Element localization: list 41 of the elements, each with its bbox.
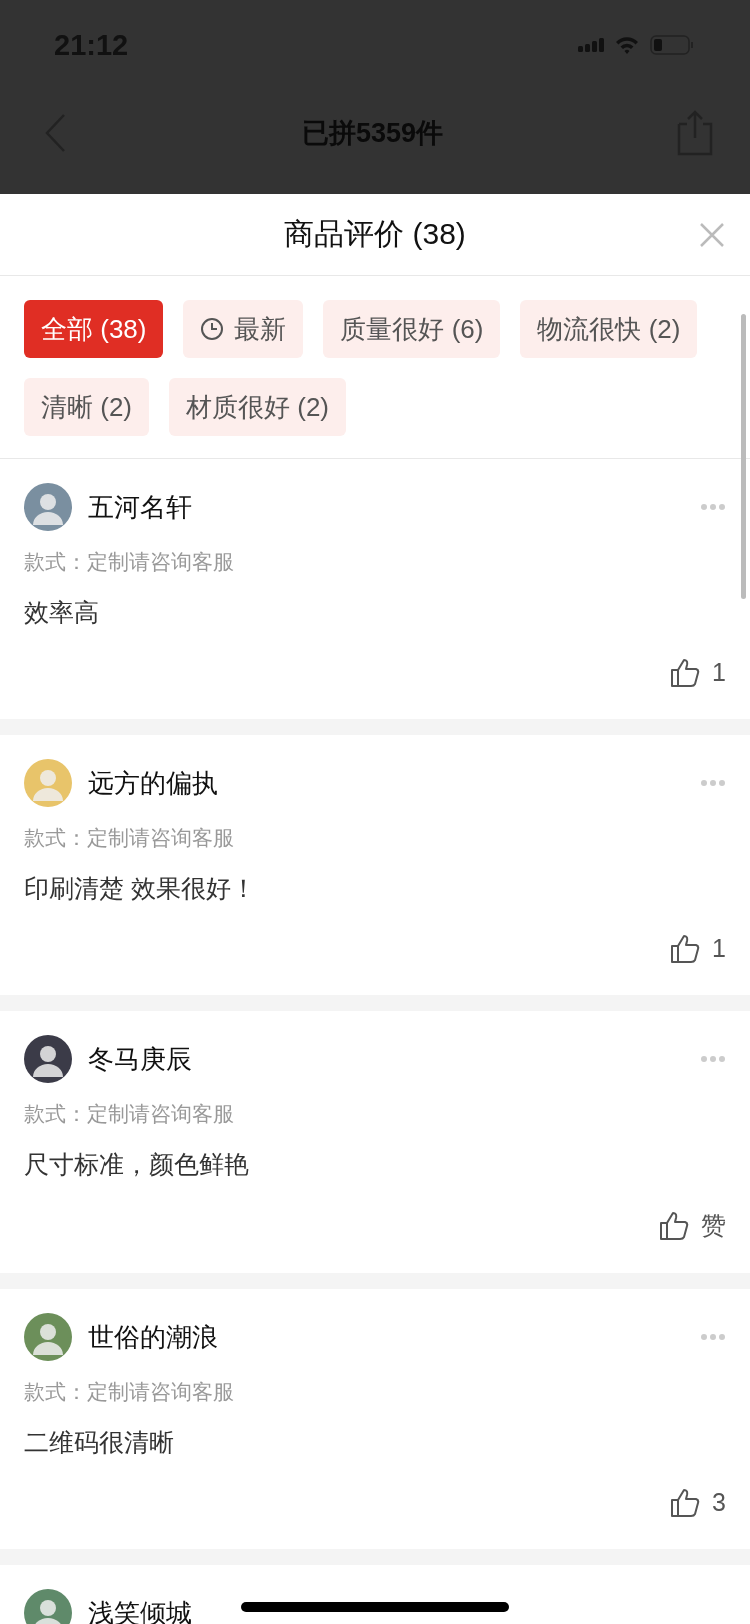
review-text: 二维码很清晰 — [24, 1427, 175, 1458]
clock-icon — [200, 317, 225, 341]
filter-tab[interactable]: 全部 (38) — [24, 300, 164, 358]
thumbs-up-icon — [670, 657, 701, 688]
signal-icon — [578, 38, 604, 52]
close-icon[interactable] — [699, 222, 725, 248]
wifi-icon — [614, 35, 640, 55]
sheet-title: 商品评价 (38) — [284, 216, 466, 252]
more-icon[interactable] — [700, 1333, 726, 1341]
avatar — [24, 1589, 72, 1624]
more-icon[interactable] — [700, 779, 726, 787]
more-icon[interactable] — [700, 1055, 726, 1063]
avatar — [24, 1313, 72, 1361]
filter-tab[interactable]: 清晰 (2) — [24, 378, 149, 436]
avatar — [24, 759, 72, 807]
like-button[interactable]: 3 — [670, 1487, 726, 1518]
reviewer-name: 世俗的潮浪 — [88, 1320, 218, 1354]
thumbs-up-icon — [670, 1487, 701, 1518]
filter-tab[interactable]: 最新 — [183, 300, 304, 358]
reviewer-name: 冬马庚辰 — [88, 1042, 192, 1076]
avatar — [24, 483, 72, 531]
reviewer-name: 五河名轩 — [88, 490, 192, 524]
more-icon[interactable] — [700, 503, 726, 511]
filter-tab[interactable]: 物流很快 (2) — [520, 300, 698, 358]
filter-tab[interactable]: 质量很好 (6) — [323, 300, 501, 358]
like-button[interactable]: 1 — [670, 933, 726, 964]
thumbs-up-icon — [659, 1210, 689, 1241]
review-text: 印刷清楚 效果很好！ — [24, 873, 257, 904]
reviewer-name: 远方的偏执 — [88, 766, 218, 800]
style-text: 款式：定制请咨询客服 — [24, 825, 235, 851]
like-button[interactable]: 赞 — [659, 1209, 726, 1242]
filter-tab[interactable]: 材质很好 (2) — [169, 378, 346, 436]
thumbs-up-icon — [670, 933, 701, 964]
style-text: 款式：定制请咨询客服 — [24, 549, 235, 575]
style-text: 款式：定制请咨询客服 — [24, 1379, 235, 1405]
review-text: 尺寸标准，颜色鲜艳 — [24, 1149, 250, 1180]
review-text: 效率高 — [24, 597, 100, 628]
style-text: 款式：定制请咨询客服 — [24, 1101, 235, 1127]
battery-icon — [650, 35, 694, 55]
like-button[interactable]: 1 — [670, 657, 726, 688]
avatar — [24, 1035, 72, 1083]
